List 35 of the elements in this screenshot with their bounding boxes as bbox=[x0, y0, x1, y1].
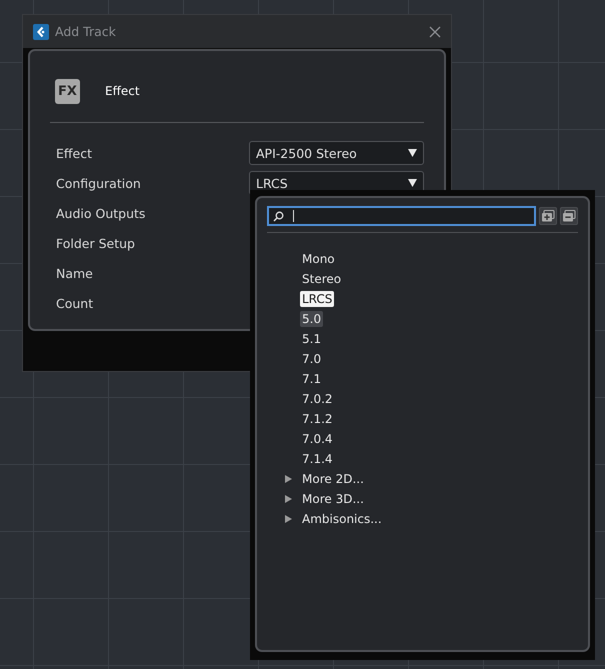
menu-item[interactable]: 5.1 bbox=[300, 331, 324, 347]
menu-item[interactable]: 7.1 bbox=[300, 371, 324, 387]
expand-arrow-icon[interactable] bbox=[285, 515, 292, 523]
fx-icon: FX bbox=[55, 78, 80, 104]
menu-item[interactable]: Ambisonics... bbox=[300, 511, 384, 527]
field-label: Audio Outputs bbox=[56, 206, 146, 220]
field-label: Effect bbox=[56, 146, 92, 160]
app-logo-icon bbox=[33, 24, 49, 40]
field-label: Configuration bbox=[56, 176, 141, 190]
expand-arrow-icon[interactable] bbox=[285, 495, 292, 503]
caret-icon bbox=[408, 179, 417, 187]
field-label: Name bbox=[56, 266, 93, 280]
caret-icon bbox=[408, 149, 417, 157]
field-label: Folder Setup bbox=[56, 236, 135, 250]
menu-item[interactable]: 7.0.4 bbox=[300, 431, 335, 447]
menu-item[interactable]: 7.1.2 bbox=[300, 411, 335, 427]
close-icon[interactable] bbox=[429, 26, 441, 38]
menu-item[interactable]: 7.1.4 bbox=[300, 451, 335, 467]
expand-arrow-icon[interactable] bbox=[285, 475, 292, 483]
menu-item[interactable]: More 2D... bbox=[300, 471, 366, 487]
menu-item[interactable]: Stereo bbox=[300, 271, 344, 287]
dropdown[interactable]: API-2500 Stereo bbox=[249, 141, 424, 165]
collapse-all-button[interactable] bbox=[560, 207, 578, 225]
menu-item[interactable]: 5.0 bbox=[300, 311, 324, 327]
track-type-label: Effect bbox=[105, 84, 140, 98]
menu-item[interactable]: LRCS bbox=[300, 291, 334, 307]
menu-item[interactable]: More 3D... bbox=[300, 491, 366, 507]
field-label: Count bbox=[56, 296, 94, 310]
expand-all-button[interactable] bbox=[539, 207, 557, 225]
menu-item[interactable]: 7.0 bbox=[300, 351, 324, 367]
menu-item[interactable]: 7.0.2 bbox=[300, 391, 335, 407]
window-title: Add Track bbox=[55, 24, 117, 39]
menu-item[interactable]: Mono bbox=[300, 251, 337, 267]
search-field[interactable] bbox=[267, 206, 536, 226]
search-icon bbox=[273, 210, 284, 222]
